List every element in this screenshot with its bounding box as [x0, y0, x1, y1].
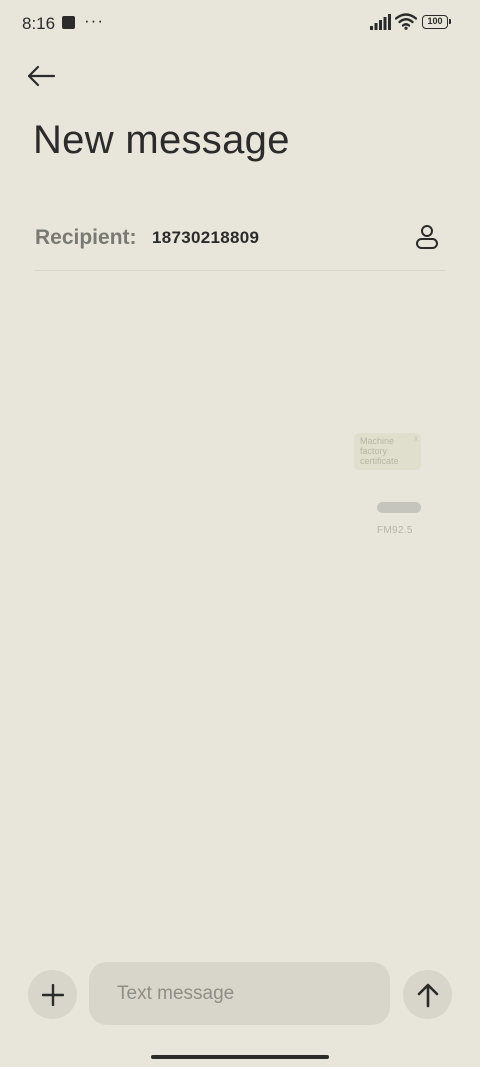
arrow-up-icon [417, 983, 438, 1007]
plus-icon [41, 983, 64, 1006]
floating-pill[interactable] [377, 502, 421, 513]
close-icon[interactable]: x [414, 434, 418, 443]
recipient-row[interactable]: Recipient: 18730218809 [35, 216, 445, 271]
back-button[interactable] [20, 56, 62, 96]
floating-card[interactable]: Machine factory certificate x [354, 433, 421, 470]
floating-card-text: Machine factory certificate [360, 436, 399, 466]
new-message-screen: 8:16 ··· 100 New message Recipient: 1873… [0, 0, 480, 1067]
send-button[interactable] [403, 970, 452, 1019]
arrow-left-icon [27, 65, 56, 87]
attach-button[interactable] [28, 970, 77, 1019]
battery-icon: 100 [422, 15, 451, 29]
recipient-number[interactable]: 18730218809 [152, 228, 259, 248]
recipient-label: Recipient: [35, 226, 137, 249]
signal-bars-icon [370, 14, 392, 35]
notification-square-icon [62, 16, 75, 29]
status-bar: 8:16 ··· 100 [0, 0, 480, 46]
home-indicator[interactable] [151, 1055, 329, 1059]
radio-frequency-label: FM92.5 [377, 525, 413, 536]
page-title: New message [33, 118, 290, 162]
message-input-container[interactable] [89, 962, 390, 1025]
person-icon [416, 225, 438, 249]
wifi-icon [394, 13, 418, 35]
more-notifications-icon: ··· [84, 11, 104, 30]
message-input[interactable] [117, 962, 377, 1025]
status-time: 8:16 [22, 14, 56, 33]
select-contact-button[interactable] [413, 222, 441, 252]
